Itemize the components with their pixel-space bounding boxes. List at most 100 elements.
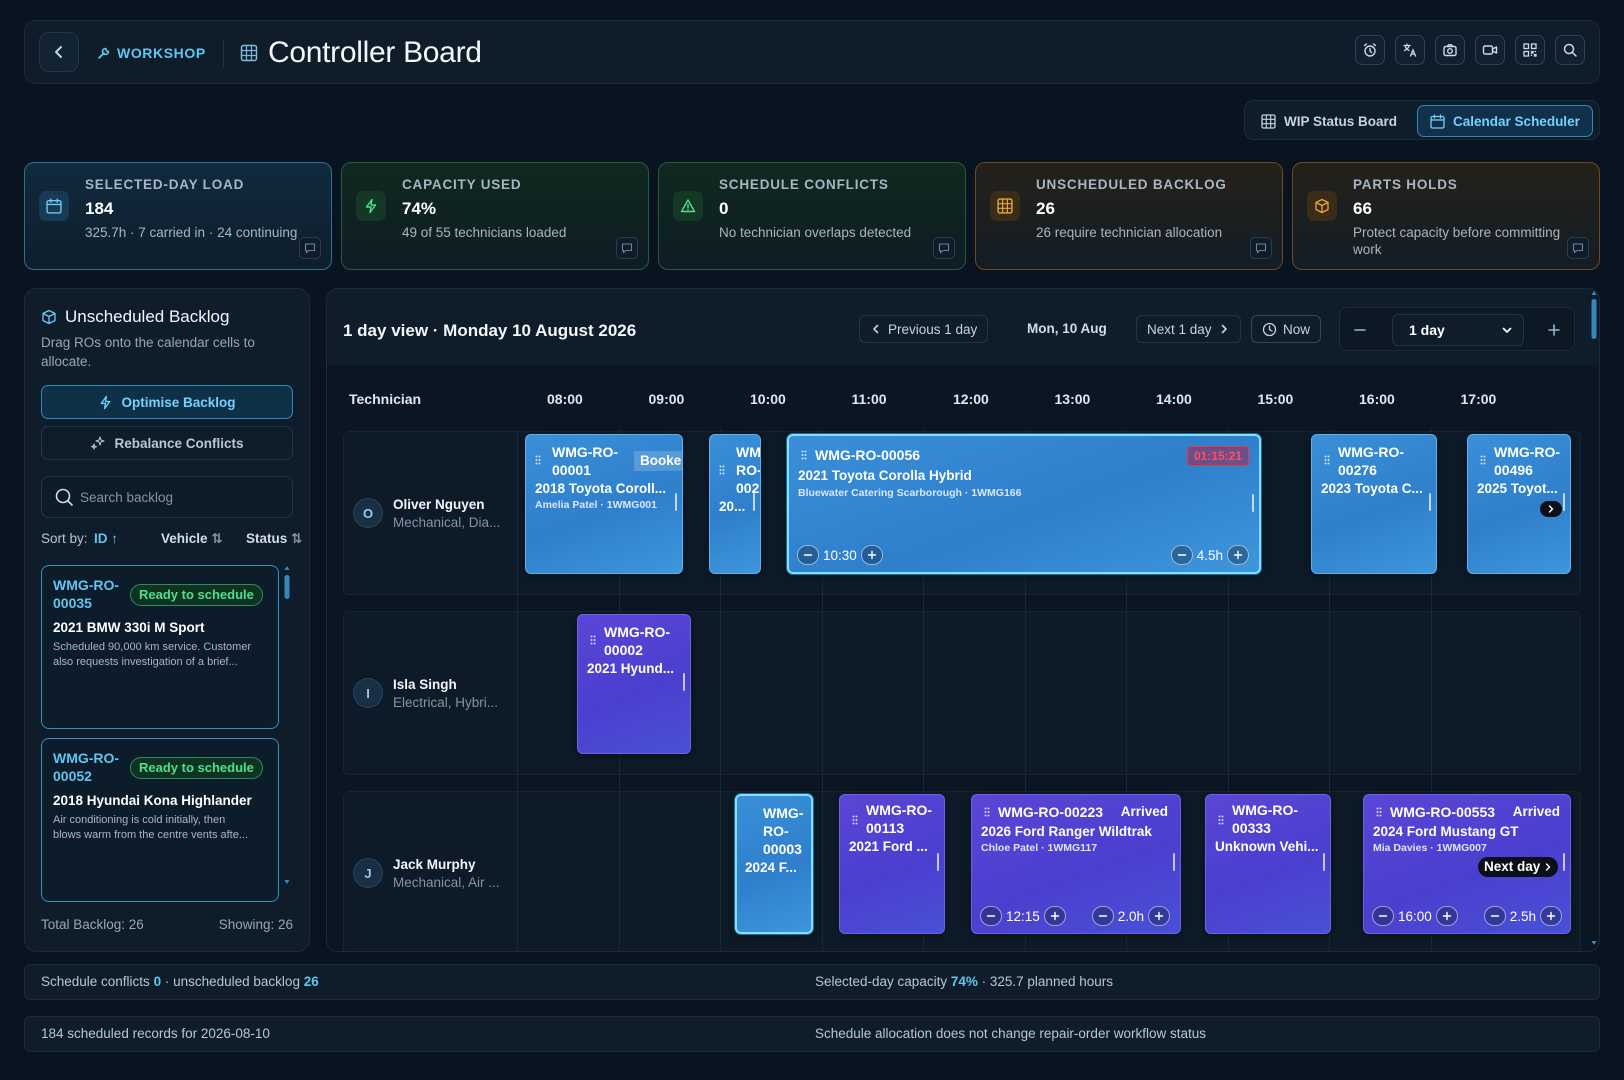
resize-handle[interactable] (937, 853, 939, 871)
next-day-button[interactable]: Next 1 day (1136, 315, 1241, 343)
duration-value: 2.5h (1509, 908, 1536, 924)
resize-handle[interactable] (683, 673, 685, 691)
avatar: I (353, 678, 383, 708)
calendar-scheduler-button[interactable]: Calendar Scheduler (1417, 105, 1593, 137)
duration-decrease-button[interactable] (1483, 906, 1506, 926)
video-camera-icon (1482, 45, 1498, 55)
sort-by-vehicle[interactable]: Vehicle ⇅ (161, 531, 223, 547)
comment-button[interactable] (299, 237, 321, 259)
current-date[interactable]: Mon, 10 Aug (1027, 321, 1107, 336)
job-card[interactable]: WM RO- 002 20... (709, 434, 761, 574)
job-card[interactable]: WMG-RO- 00001 Booke 2018 Toyota Coroll...… (525, 434, 683, 574)
sort-by-id[interactable]: ID ↑ (94, 531, 118, 546)
resize-handle[interactable] (1173, 853, 1175, 871)
minus-icon (1177, 554, 1186, 556)
next-day-label: Next day (1484, 859, 1541, 874)
id-line-1: WMG-RO- (866, 802, 933, 818)
hour-header: 11:00 (851, 391, 887, 407)
calendar-icon (46, 198, 62, 214)
resize-handle[interactable] (1323, 853, 1325, 871)
job-card[interactable]: WMG-RO- 00276 2023 Toyota C... (1311, 434, 1437, 574)
job-vehicle: Unknown Vehi... (1215, 839, 1319, 854)
schedule-grid: Technician 08:00 09:00 10:00 11:00 12:00 13:0… (327, 365, 1599, 951)
now-label: Now (1283, 321, 1311, 337)
breadcrumb-workshop[interactable]: WORKSHOP (97, 41, 206, 65)
comment-button[interactable] (933, 237, 955, 259)
qr-code-button[interactable] (1515, 35, 1545, 65)
comment-icon (304, 243, 316, 254)
status-right: Selected-day capacity 74% · 325.7 planne… (815, 974, 1113, 989)
continues-next-day-button[interactable] (1540, 501, 1562, 517)
job-card-selected[interactable]: WMG-RO-00056 01:15:21 2021 Toyota Coroll… (787, 434, 1261, 574)
job-card[interactable]: WMG-RO- 00113 2021 Ford ... (839, 794, 945, 934)
backlog-scrollbar[interactable] (284, 565, 290, 885)
kpi-unscheduled-backlog: UNSCHEDULED BACKLOG 26 26 require techni… (975, 162, 1283, 270)
job-card[interactable]: WMG-RO-00223 Arrived 2026 Ford Ranger Wi… (971, 794, 1181, 934)
job-id: WMG-RO-00553 (1390, 804, 1496, 820)
package-box-icon (1315, 198, 1329, 214)
lightning-icon (365, 198, 377, 214)
start-time-increase-button[interactable] (860, 545, 883, 565)
start-time-decrease-button[interactable] (1372, 906, 1394, 926)
backlog-search-input[interactable] (80, 489, 280, 505)
camera-button[interactable] (1435, 35, 1465, 65)
conflicts-label: Schedule conflicts (41, 974, 150, 989)
job-card[interactable]: WMG-RO- 00333 Unknown Vehi... (1205, 794, 1331, 934)
lightning-icon (101, 395, 111, 409)
sort-by-status[interactable]: Status ⇅ (246, 531, 302, 547)
drag-grip-icon (1324, 455, 1330, 465)
alarm-button[interactable] (1355, 35, 1385, 65)
backlog-card[interactable]: WMG-RO- 00052 Ready to schedule 2018 Hyun… (41, 738, 279, 902)
back-button[interactable] (39, 32, 79, 72)
duration-decrease-button[interactable] (1091, 906, 1114, 926)
desc-line-1: Scheduled 90,000 km service. Customer (53, 641, 252, 653)
duration-increase-button[interactable] (1148, 906, 1170, 926)
start-time-increase-button[interactable] (1435, 906, 1458, 926)
id-line-2: 00333 (1232, 820, 1271, 836)
job-card[interactable]: WMG- RO- 00003 2024 F... (735, 794, 813, 934)
video-button[interactable] (1475, 35, 1505, 65)
id-line-2: 00035 (53, 595, 92, 611)
resize-handle[interactable] (753, 493, 755, 511)
job-card[interactable]: WMG-RO- 00496 2025 Toyot... (1467, 434, 1571, 574)
backlog-search[interactable] (41, 476, 293, 518)
duration-decrease-button[interactable] (1170, 545, 1193, 565)
duration-increase-button[interactable] (1540, 906, 1562, 926)
id-line-2: RO- (763, 823, 789, 839)
job-card[interactable]: WMG-RO- 00002 2021 Hyund... (577, 614, 691, 754)
conflicts-value: 0 (153, 974, 162, 989)
resize-handle[interactable] (1429, 493, 1431, 511)
kpi-icon-wrap (990, 191, 1020, 221)
duration-increase-button[interactable] (1227, 545, 1249, 565)
zoom-out-button[interactable] (1350, 320, 1370, 340)
resize-handle[interactable] (1563, 853, 1565, 871)
zoom-in-button[interactable] (1544, 320, 1564, 340)
resize-handle[interactable] (1252, 494, 1254, 512)
job-customer: Amelia Patel · 1WMG001 (535, 499, 657, 511)
resize-handle[interactable] (675, 493, 677, 511)
comment-button[interactable] (616, 237, 638, 259)
zoom-select[interactable]: 1 day (1392, 314, 1524, 346)
job-card[interactable]: WMG-RO-00553 Arrived 2024 Ford Mustang G… (1363, 794, 1571, 934)
search-button[interactable] (1555, 35, 1585, 65)
comment-button[interactable] (1567, 237, 1589, 259)
wip-status-board-button[interactable]: WIP Status Board (1249, 105, 1409, 137)
next-day-tag[interactable]: Next day (1478, 857, 1559, 877)
status-badge: Ready to schedule (130, 757, 263, 779)
kpi-icon-wrap (673, 191, 703, 221)
resize-handle[interactable] (1563, 493, 1565, 511)
calendar-scrollbar[interactable] (1591, 289, 1597, 951)
hour-header: 13:00 (1054, 391, 1091, 407)
backlog-card[interactable]: WMG-RO- 00035 Ready to schedule 2021 BMW … (41, 565, 279, 729)
sort-row: Sort by: ID ↑ Vehicle ⇅ Status ⇅ (41, 529, 302, 549)
optimise-backlog-button[interactable]: Optimise Backlog (41, 385, 293, 419)
comment-button[interactable] (1250, 237, 1272, 259)
start-time-increase-button[interactable] (1043, 906, 1066, 926)
previous-day-button[interactable]: Previous 1 day (859, 315, 989, 343)
rebalance-conflicts-button[interactable]: Rebalance Conflicts (41, 426, 293, 460)
start-time-decrease-button[interactable] (797, 545, 819, 565)
now-button[interactable]: Now (1251, 315, 1322, 343)
start-time-decrease-button[interactable] (980, 906, 1002, 926)
kpi-icon-wrap (356, 191, 386, 221)
translate-button[interactable] (1395, 35, 1425, 65)
